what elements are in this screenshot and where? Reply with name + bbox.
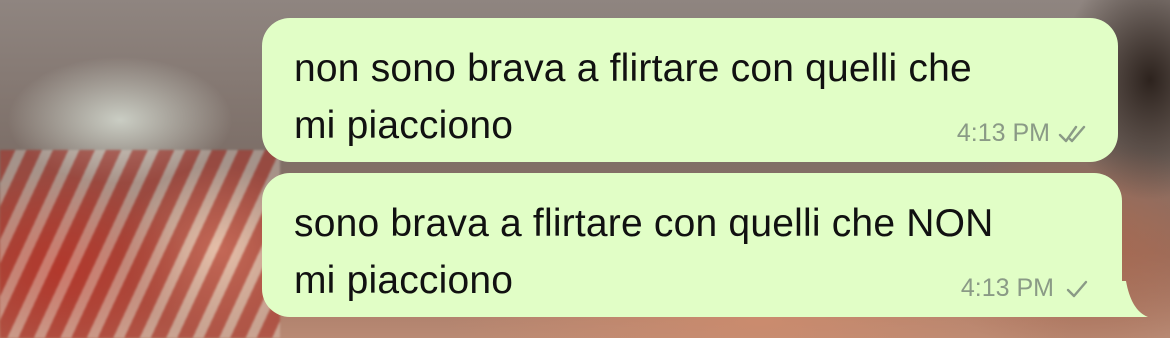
message-meta: 4:13 PM [961, 274, 1096, 303]
outgoing-message-bubble[interactable]: sono brava a flirtare con quelli che NON… [262, 173, 1148, 317]
single-check-icon [1066, 280, 1088, 297]
double-check-icon [1058, 125, 1086, 142]
bubble-tail [1108, 281, 1148, 317]
message-time: 4:13 PM [956, 119, 1050, 147]
outgoing-message-bubble[interactable]: non sono brava a flirtare con quelli che… [262, 18, 1118, 162]
message-meta: 4:13 PM [957, 119, 1092, 148]
message-text: sono brava a flirtare con quelli che NON… [294, 202, 994, 302]
message-time: 4:13 PM [960, 274, 1054, 302]
